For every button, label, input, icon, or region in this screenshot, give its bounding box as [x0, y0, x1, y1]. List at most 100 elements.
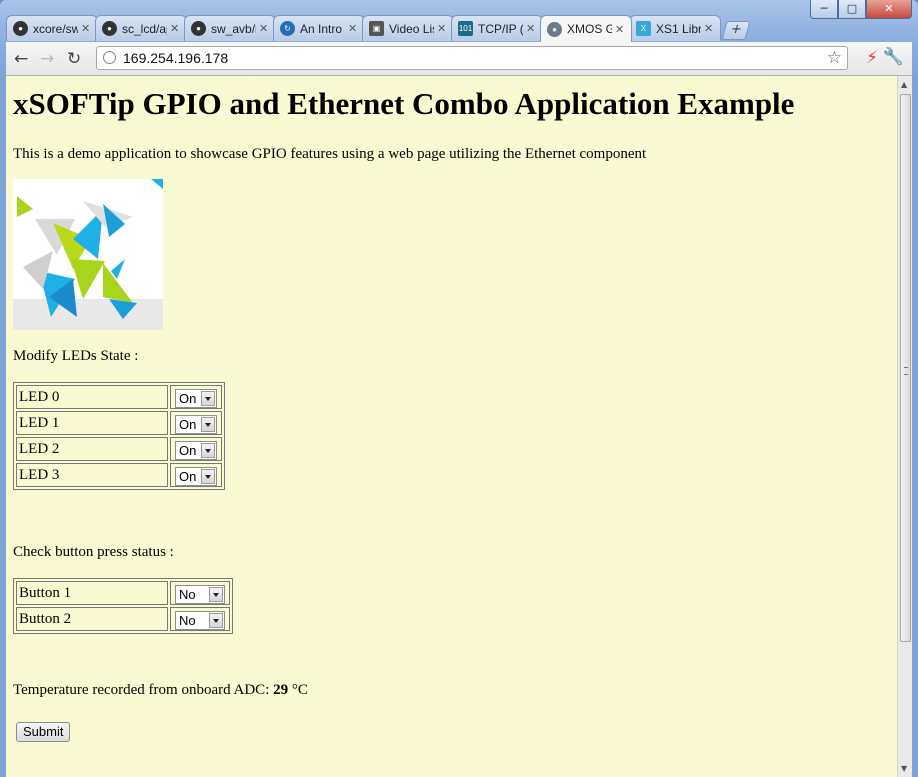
minimize-button[interactable]: ─: [810, 0, 838, 19]
tab-xs1-library[interactable]: X XS1 Libr ✕: [629, 15, 721, 41]
table-row: Button 1 No: [16, 581, 230, 605]
refresh-c-icon: ↻: [280, 21, 295, 36]
chevron-down-icon[interactable]: [201, 390, 215, 406]
window-controls: ─ □ ✕: [810, 0, 912, 19]
maximize-button[interactable]: □: [838, 0, 866, 19]
tab-strip: ● xcore/sw ✕ ● sc_lcd/ap ✕ ● sw_avb/i ✕ …: [6, 15, 751, 42]
temperature-unit: °C: [291, 682, 308, 698]
tab-label: XMOS G: [567, 22, 612, 36]
led-3-select[interactable]: On: [175, 466, 217, 486]
window-border: [912, 76, 918, 777]
led-select-cell: On: [170, 463, 222, 487]
image-icon: ▣: [369, 21, 384, 36]
chevron-down-icon[interactable]: [201, 442, 215, 458]
tab-close-icon[interactable]: ✕: [259, 22, 269, 35]
page-title: xSOFTip GPIO and Ethernet Combo Applicat…: [13, 86, 795, 121]
buttons-table: Button 1 No Button 2 No: [13, 578, 233, 634]
wrench-icon[interactable]: 🔧: [883, 47, 904, 67]
lightning-extension-icon[interactable]: ⚡: [866, 48, 878, 68]
address-bar[interactable]: 169.254.196.178 ☆: [96, 46, 848, 70]
tab-xcore[interactable]: ● xcore/sw ✕: [6, 15, 98, 41]
select-value: On: [179, 468, 197, 484]
tab-tcp-ip[interactable]: 101 TCP/IP ( ✕: [451, 15, 543, 41]
led-label: LED 1: [16, 411, 168, 435]
tab-xmos-gpio[interactable]: ● XMOS G ✕: [540, 15, 632, 42]
github-icon: ●: [191, 21, 206, 36]
leds-table: LED 0 On LED 1 On LED 2 On LED 3 On: [13, 382, 225, 490]
grip-icon: [904, 367, 908, 375]
leds-heading: Modify LEDs State :: [13, 348, 139, 364]
select-value: On: [179, 390, 197, 406]
scroll-down-arrow-icon[interactable]: ▼: [901, 764, 907, 773]
buttons-heading: Check button press status :: [13, 544, 174, 560]
forward-arrow-icon[interactable]: →: [40, 49, 54, 69]
tab-close-icon[interactable]: ✕: [615, 23, 625, 36]
back-arrow-icon[interactable]: ←: [14, 49, 28, 69]
button-1-select[interactable]: No: [175, 584, 225, 604]
bookmark-star-icon[interactable]: ☆: [827, 48, 842, 68]
tab-sc-lcd[interactable]: ● sc_lcd/ap ✕: [95, 15, 187, 41]
led-select-cell: On: [170, 437, 222, 461]
close-button[interactable]: ✕: [866, 0, 912, 19]
temperature-label: Temperature recorded from onboard ADC:: [13, 682, 274, 698]
led-1-select[interactable]: On: [175, 414, 217, 434]
tab-label: Video Lis: [389, 21, 434, 36]
tab-label: XS1 Libr: [656, 21, 701, 36]
select-value: No: [179, 612, 196, 628]
table-row: LED 2 On: [16, 437, 222, 461]
xmos-logo: [13, 179, 163, 330]
temperature-value: 29: [273, 682, 292, 698]
tab-label: sw_avb/i: [211, 21, 256, 36]
reload-icon[interactable]: ↻: [67, 49, 81, 69]
chevron-down-icon[interactable]: [201, 468, 215, 484]
tab-an-intro[interactable]: ↻ An Intro ✕: [273, 15, 365, 41]
led-select-cell: On: [170, 385, 222, 409]
chevron-down-icon[interactable]: [209, 586, 223, 602]
tab-label: xcore/sw: [33, 21, 78, 36]
xmos-x-icon: X: [636, 21, 651, 36]
button-select-cell: No: [170, 581, 230, 605]
tab-label: TCP/IP (: [478, 21, 523, 36]
tab-sw-avb[interactable]: ● sw_avb/i ✕: [184, 15, 276, 41]
table-row: LED 1 On: [16, 411, 222, 435]
url-text[interactable]: 169.254.196.178: [123, 50, 228, 66]
submit-button[interactable]: Submit: [16, 722, 71, 742]
chevron-down-icon[interactable]: [209, 612, 223, 628]
tab-label: sc_lcd/ap: [122, 21, 167, 36]
tab-close-icon[interactable]: ✕: [437, 22, 447, 35]
tab-close-icon[interactable]: ✕: [170, 22, 180, 35]
tab-close-icon[interactable]: ✕: [81, 22, 91, 35]
scroll-up-arrow-icon[interactable]: ▲: [901, 80, 907, 89]
led-label: LED 2: [16, 437, 168, 461]
tab-close-icon[interactable]: ✕: [704, 22, 714, 35]
led-select-cell: On: [170, 411, 222, 435]
page-content: xSOFTip GPIO and Ethernet Combo Applicat…: [6, 76, 897, 777]
globe-icon: ●: [547, 21, 562, 37]
button-label: Button 2: [16, 607, 168, 631]
table-row: Button 2 No: [16, 607, 230, 631]
led-label: LED 3: [16, 463, 168, 487]
select-value: On: [179, 442, 197, 458]
intro-text: This is a demo application to showcase G…: [13, 146, 647, 162]
tab-label: An Intro: [300, 21, 343, 36]
tab-video-list[interactable]: ▣ Video Lis ✕: [362, 15, 454, 41]
vertical-scrollbar[interactable]: ▲ ▼: [897, 76, 913, 777]
new-tab-button[interactable]: +: [721, 21, 751, 40]
button-label: Button 1: [16, 581, 168, 605]
tab-close-icon[interactable]: ✕: [526, 22, 536, 35]
led-2-select[interactable]: On: [175, 440, 217, 460]
button-select-cell: No: [170, 607, 230, 631]
button-2-select[interactable]: No: [175, 610, 225, 630]
temperature-text: Temperature recorded from onboard ADC: 2…: [13, 682, 308, 699]
globe-icon: [103, 51, 116, 64]
led-0-select[interactable]: On: [175, 388, 217, 408]
scrollbar-thumb[interactable]: [900, 94, 911, 642]
toolbar: ← → ↻ 169.254.196.178 ☆ ⚡ 🔧: [6, 42, 912, 76]
select-value: No: [179, 586, 196, 602]
tab-close-icon[interactable]: ✕: [348, 22, 358, 35]
table-row: LED 0 On: [16, 385, 222, 409]
table-row: LED 3 On: [16, 463, 222, 487]
chevron-down-icon[interactable]: [201, 416, 215, 432]
github-icon: ●: [13, 21, 28, 36]
binary-101-icon: 101: [458, 21, 473, 36]
